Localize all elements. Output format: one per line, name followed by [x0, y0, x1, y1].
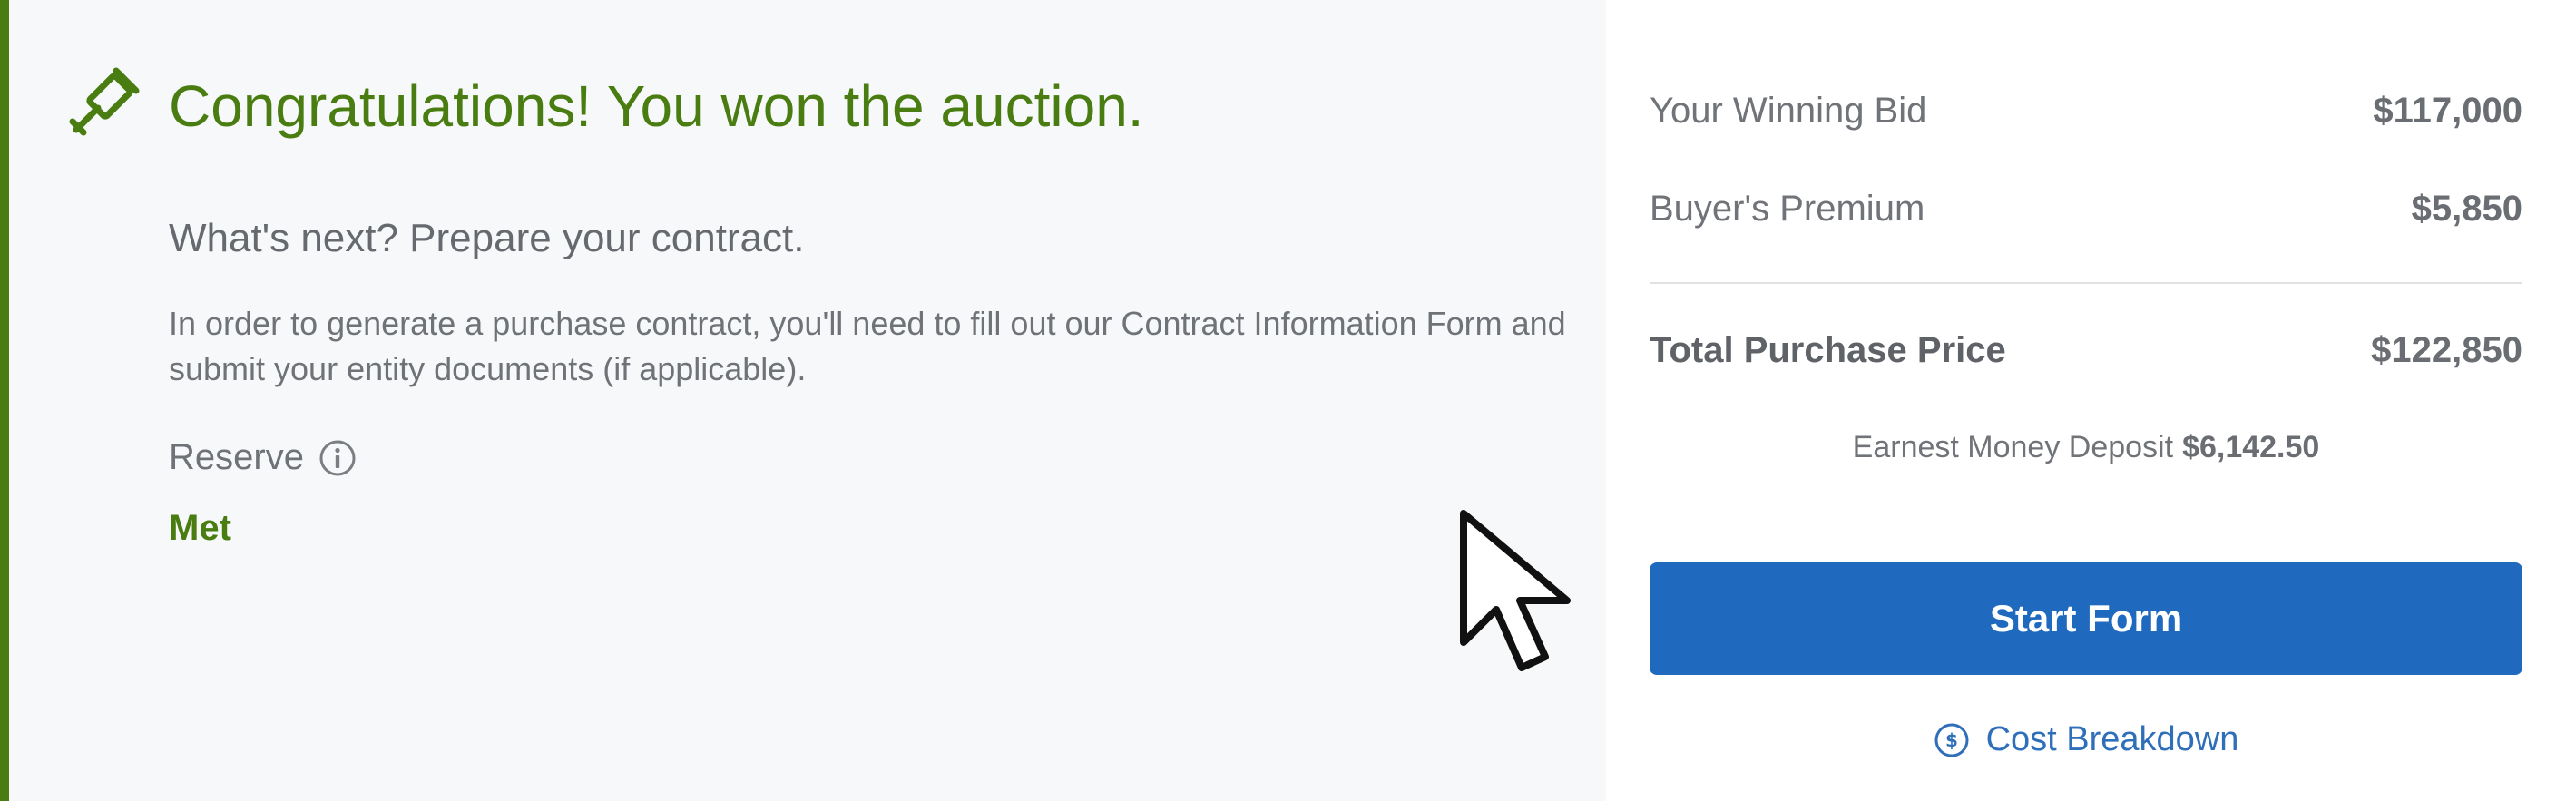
auction-result-card: Congratulations! You won the auction. Wh…	[0, 0, 2576, 801]
cost-breakdown-link[interactable]: $ Cost Breakdown	[1650, 720, 2522, 759]
svg-text:$: $	[1945, 729, 1958, 751]
start-form-button[interactable]: Start Form	[1650, 562, 2522, 675]
total-price-label: Total Purchase Price	[1650, 330, 2006, 370]
page-title: Congratulations! You won the auction.	[169, 73, 1144, 139]
cost-breakdown-label: Cost Breakdown	[1985, 720, 2239, 758]
summary-divider	[1650, 282, 2522, 284]
winning-bid-label: Your Winning Bid	[1650, 91, 1927, 131]
auction-status-panel: Congratulations! You won the auction. Wh…	[0, 0, 1606, 801]
winning-bid-row: Your Winning Bid $117,000	[1650, 91, 2522, 132]
winning-bid-amount: $117,000	[2373, 91, 2522, 131]
earnest-deposit-amount: $6,142.50	[2182, 430, 2320, 464]
gavel-icon	[69, 67, 140, 136]
earnest-deposit-label: Earnest Money Deposit	[1852, 430, 2174, 464]
info-icon[interactable]	[318, 439, 357, 477]
buyers-premium-row: Buyer's Premium $5,850	[1650, 189, 2522, 230]
contract-instructions: In order to generate a purchase contract…	[169, 305, 1566, 387]
earnest-deposit-row: Earnest Money Deposit $6,142.50	[1650, 430, 2522, 465]
total-price-amount: $122,850	[2371, 330, 2522, 370]
dollar-circle-icon: $	[1934, 723, 1969, 757]
buyers-premium-amount: $5,850	[2411, 189, 2522, 229]
buyers-premium-label: Buyer's Premium	[1650, 189, 1925, 229]
reserve-status-value: Met	[169, 508, 231, 548]
mouse-pointer-icon	[1460, 510, 1571, 671]
total-price-row: Total Purchase Price $122,850	[1650, 330, 2522, 371]
reserve-label-row: Reserve	[169, 437, 357, 478]
reserve-label: Reserve	[169, 437, 304, 477]
next-step-heading: What's next? Prepare your contract.	[169, 216, 805, 260]
